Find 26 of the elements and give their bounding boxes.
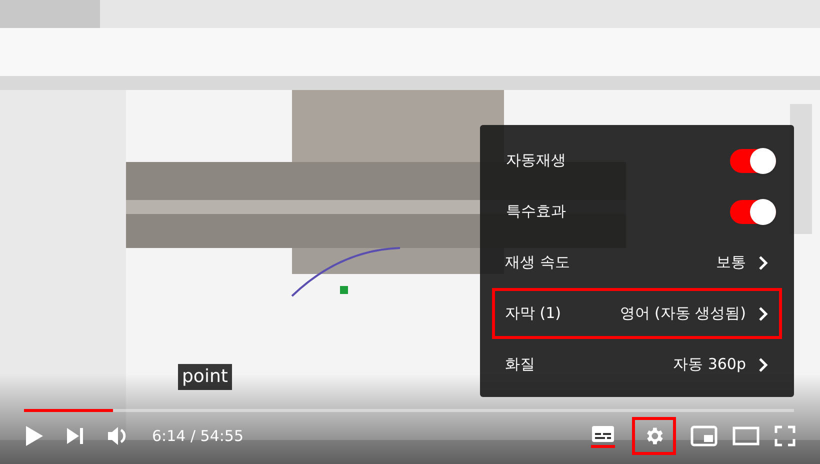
- theater-mode-icon[interactable]: [732, 426, 760, 446]
- toggle-switch[interactable]: [730, 200, 776, 224]
- miniplayer-icon[interactable]: [690, 425, 718, 447]
- chevron-right-icon: [758, 356, 768, 372]
- menu-value: 자동 360p: [673, 354, 746, 376]
- menu-value: 영어 (자동 생성됨): [620, 303, 746, 324]
- menu-label: 특수효과: [506, 201, 566, 222]
- menu-item[interactable]: 자막 (1) 영어 (자동 생성됨): [492, 288, 782, 339]
- chevron-right-icon: [758, 254, 768, 270]
- toggle-switch[interactable]: [730, 148, 776, 172]
- play-icon[interactable]: [24, 425, 44, 447]
- menu-item[interactable]: 재생 속도 보통: [492, 237, 782, 288]
- menu-label: 재생 속도: [505, 252, 570, 274]
- menu-label: 자막 (1): [505, 303, 562, 324]
- menu-label: 자동재생: [506, 150, 566, 172]
- subtitles-icon: [591, 424, 615, 442]
- subtitles-button[interactable]: [588, 424, 618, 448]
- next-icon[interactable]: [66, 427, 84, 445]
- fullscreen-icon[interactable]: [774, 425, 796, 447]
- menu-item[interactable]: 화질 자동 360p: [492, 339, 782, 390]
- settings-button[interactable]: [632, 417, 676, 455]
- caption-text: point: [178, 364, 232, 390]
- time-display: 6:14 / 54:55: [152, 426, 244, 447]
- menu-label: 화질: [505, 354, 535, 376]
- chevron-right-icon: [758, 306, 768, 322]
- menu-value: 보통: [716, 252, 746, 274]
